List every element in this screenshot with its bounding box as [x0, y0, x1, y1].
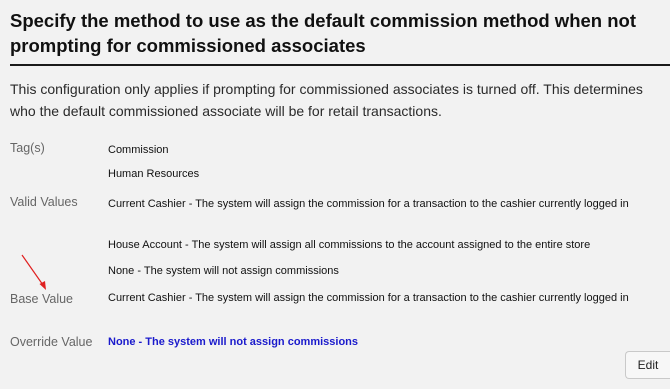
- valid-value-item: None - The system will not assign commis…: [108, 265, 339, 277]
- base-value: Current Cashier - The system will assign…: [108, 292, 629, 304]
- valid-value-item: House Account - The system will assign a…: [108, 239, 591, 251]
- page-title: Specify the method to use as the default…: [10, 10, 636, 56]
- tag-item: Human Resources: [108, 168, 200, 180]
- valid-value-item: Current Cashier - The system will assign…: [108, 198, 629, 210]
- page-description: This configuration only applies if promp…: [10, 81, 643, 119]
- tag-item: Commission: [108, 144, 169, 156]
- edit-button[interactable]: Edit: [625, 351, 670, 379]
- override-value: None - The system will not assign commis…: [108, 336, 359, 348]
- valid-values-label: Valid Values: [10, 195, 78, 209]
- title-divider: [10, 64, 670, 66]
- base-value-label: Base Value: [10, 292, 74, 306]
- tags-label: Tag(s): [10, 141, 45, 155]
- override-value-label: Override Value: [10, 335, 93, 349]
- annotation-arrow-icon: [21, 254, 46, 290]
